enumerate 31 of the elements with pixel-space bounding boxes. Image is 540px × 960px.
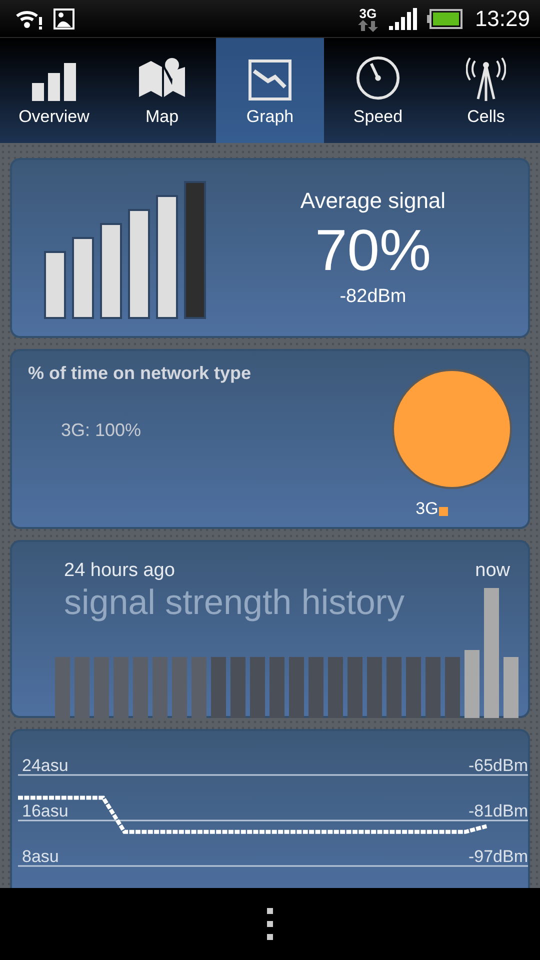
antenna-tower-icon <box>466 57 506 101</box>
tab[interactable]: Graph <box>216 38 324 143</box>
tab[interactable]: Speed <box>324 38 432 143</box>
clock-time: 13:29 <box>474 6 530 32</box>
data-arrows-icon <box>356 20 379 32</box>
history-end-label: now <box>475 560 510 582</box>
image-icon <box>53 8 75 30</box>
gauge-icon <box>355 55 401 101</box>
asu-axis-label: 24asu <box>22 756 68 775</box>
network-share-text: 3G: 100% <box>61 420 142 441</box>
history-start-label: 24 hours ago <box>64 560 175 582</box>
graph-icon <box>248 59 292 101</box>
dbm-axis-label: -97dBm <box>468 847 528 866</box>
network-type-title: % of time on network type <box>28 363 252 384</box>
tab[interactable]: Overview <box>0 38 108 143</box>
network-type-label: 3G <box>359 7 377 20</box>
tab[interactable]: Map <box>108 38 216 143</box>
tab[interactable]: Cells <box>432 38 540 143</box>
signal-bars-icon <box>30 61 78 101</box>
signal-icon <box>388 8 417 30</box>
asu-axis-label: 16asu <box>22 802 68 820</box>
legend-label: 3G <box>416 499 438 519</box>
battery-icon <box>426 8 463 28</box>
signal-percent: 70% <box>314 217 432 285</box>
dbm-axis-label: -81dBm <box>468 802 528 820</box>
history-title: signal strength history <box>64 583 404 623</box>
signal-dbm: -82dBm <box>340 286 406 308</box>
asu-axis-label: 8asu <box>22 847 59 866</box>
average-signal-title: Average signal <box>300 188 446 214</box>
dbm-axis-label: -65dBm <box>468 756 528 775</box>
menu-icon[interactable] <box>267 908 273 940</box>
